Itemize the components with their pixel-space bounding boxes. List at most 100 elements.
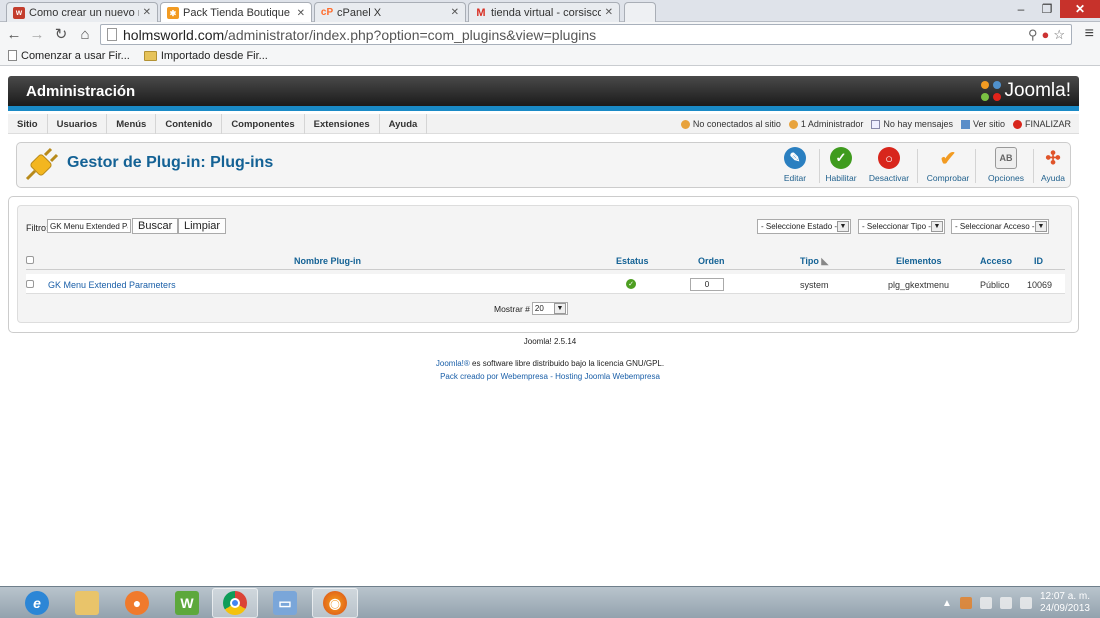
close-icon[interactable]: ✕ xyxy=(451,7,459,18)
minimize-icon[interactable]: – xyxy=(1008,0,1034,18)
clock[interactable]: 12:07 a. m. 24/09/2013 xyxy=(1040,591,1090,615)
menu-componentes[interactable]: Componentes xyxy=(222,114,305,134)
tab-title: cPanel X xyxy=(337,6,382,19)
reload-icon[interactable]: ↻ xyxy=(51,24,71,44)
browser-tab-1[interactable]: w Como crear un nuevo me ✕ xyxy=(6,2,158,22)
menu-ayuda[interactable]: Ayuda xyxy=(380,114,428,134)
select-all-checkbox[interactable] xyxy=(26,256,34,264)
disable-button[interactable]: ○ Desactivar xyxy=(866,147,912,183)
chevron-down-icon: ▼ xyxy=(1035,221,1047,232)
restore-icon[interactable]: ❐ xyxy=(1034,0,1060,18)
volume-icon[interactable] xyxy=(1019,597,1032,609)
ie-taskbar-button[interactable]: e xyxy=(14,588,60,618)
type-select[interactable]: - Seleccionar Tipo - ▼ xyxy=(858,219,945,234)
options-button[interactable]: AB Opciones xyxy=(983,147,1029,183)
folder-icon xyxy=(143,50,157,61)
access-select-value: - Seleccionar Acceso - xyxy=(955,222,1035,231)
menu-extensiones[interactable]: Extensiones xyxy=(305,114,380,134)
extension-icon[interactable]: ● xyxy=(1041,27,1049,43)
plugin-name-link[interactable]: GK Menu Extended Parameters xyxy=(48,280,176,290)
col-order[interactable]: Orden xyxy=(698,256,725,266)
wamp-taskbar-button[interactable]: W xyxy=(164,588,210,618)
browser-tab-bar: w Como crear un nuevo me ✕ ✱ Pack Tienda… xyxy=(0,0,1100,23)
col-name[interactable]: Nombre Plug-in xyxy=(294,256,361,266)
menu-menus[interactable]: Menús xyxy=(107,114,157,134)
row-checkbox[interactable] xyxy=(26,280,34,288)
window-close-icon[interactable]: ✕ xyxy=(1060,0,1100,18)
browser-tab-2[interactable]: ✱ Pack Tienda Boutique - A ✕ xyxy=(160,2,312,23)
signal-icon[interactable] xyxy=(999,597,1012,609)
network-taskbar-button[interactable]: ▭ xyxy=(262,588,308,618)
app-tray-icon[interactable] xyxy=(959,597,972,609)
browser-tab-4[interactable]: M tienda virtual - corsiscom ✕ xyxy=(468,2,620,22)
bookmark-star-icon[interactable]: ☆ xyxy=(1053,27,1065,43)
visitors-text: No conectados al sitio xyxy=(692,119,781,129)
close-icon[interactable]: ✕ xyxy=(143,7,151,18)
checkin-button[interactable]: ✔ Comprobar xyxy=(925,147,971,184)
admins-status: 1 Administrador xyxy=(788,119,863,129)
messages-status[interactable]: No hay mensajes xyxy=(871,119,953,129)
menu-contenido[interactable]: Contenido xyxy=(156,114,223,134)
firefox-taskbar-button[interactable]: ◉ xyxy=(312,588,358,618)
clear-button[interactable]: Limpiar xyxy=(178,218,227,234)
back-arrow-icon[interactable]: ← xyxy=(4,24,24,44)
media-taskbar-button[interactable]: ● xyxy=(114,588,160,618)
logout-link[interactable]: FINALIZAR xyxy=(1012,119,1071,129)
new-tab-button[interactable] xyxy=(624,2,656,22)
messages-text: No hay mensajes xyxy=(883,119,953,129)
hosting-link[interactable]: Hosting Joomla Webempresa xyxy=(555,372,660,381)
col-type-label: Tipo xyxy=(800,256,819,266)
cpanel-favicon-icon: cP xyxy=(320,7,334,18)
joomla-favicon-icon: ✱ xyxy=(167,7,179,19)
chrome-icon xyxy=(223,591,247,615)
col-access[interactable]: Acceso xyxy=(980,256,1012,266)
order-input[interactable] xyxy=(690,278,724,291)
state-select[interactable]: - Seleccione Estado - ▼ xyxy=(757,219,851,234)
battery-icon[interactable] xyxy=(979,597,992,609)
chrome-taskbar-button[interactable] xyxy=(212,588,258,618)
toolbar-divider xyxy=(917,149,918,183)
col-type[interactable]: Tipo ◣ xyxy=(800,256,828,267)
firefox-icon: ◉ xyxy=(323,591,347,615)
power-icon xyxy=(1012,119,1022,129)
status-enabled-icon[interactable]: ✓ xyxy=(626,279,636,289)
help-button[interactable]: ✣ Ayuda xyxy=(1030,147,1076,184)
limit-select[interactable]: 20 ▼ xyxy=(531,302,568,315)
col-id[interactable]: ID xyxy=(1034,256,1043,266)
bookmarks-bar: Comenzar a usar Fir... Importado desde F… xyxy=(0,46,1100,66)
close-icon[interactable]: ✕ xyxy=(605,7,613,18)
search-button[interactable]: Buscar xyxy=(132,218,179,234)
joomla-link[interactable]: Joomla!® xyxy=(436,359,470,368)
explorer-taskbar-button[interactable] xyxy=(64,588,110,618)
bookmark-item[interactable]: Comenzar a usar Fir... xyxy=(8,50,130,62)
filter-input[interactable] xyxy=(47,219,131,233)
forward-arrow-icon[interactable]: → xyxy=(27,24,47,44)
main-content: Filtro: Buscar Limpiar - Seleccione Esta… xyxy=(8,196,1079,333)
browser-nav-bar: ← → ↻ ⌂ holmsworld.com/administrator/ind… xyxy=(0,22,1100,46)
close-icon[interactable]: ✕ xyxy=(297,8,305,19)
access-select[interactable]: - Seleccionar Acceso - ▼ xyxy=(951,219,1049,234)
webempresa-link[interactable]: Webempresa xyxy=(501,372,548,381)
omnibox-icons: ⚲ ● ☆ xyxy=(1028,27,1065,43)
browser-tab-3[interactable]: cP cPanel X ✕ xyxy=(314,2,466,22)
view-site-link[interactable]: Ver sitio xyxy=(960,119,1005,129)
tray-expand-icon[interactable]: ▲ xyxy=(942,598,952,609)
col-elements[interactable]: Elementos xyxy=(896,256,942,266)
hamburger-menu-icon[interactable]: ≡ xyxy=(1085,25,1094,43)
wpcourse-favicon-icon: w xyxy=(13,6,25,19)
magnifier-icon[interactable]: ⚲ xyxy=(1028,27,1038,43)
enable-button[interactable]: ✓ Habilitar xyxy=(818,147,864,183)
bookmark-label: Comenzar a usar Fir... xyxy=(21,49,130,62)
admin-menu-bar: Sitio Usuarios Menús Contenido Component… xyxy=(8,114,1079,134)
menu-items: Sitio Usuarios Menús Contenido Component… xyxy=(8,114,428,134)
home-icon[interactable]: ⌂ xyxy=(75,24,95,44)
joomla-logo[interactable]: Joomla! xyxy=(981,80,1071,102)
folder-icon xyxy=(75,591,99,615)
menu-sitio[interactable]: Sitio xyxy=(8,114,48,134)
checkin-label: Comprobar xyxy=(926,173,970,183)
address-bar[interactable]: holmsworld.com/administrator/index.php?o… xyxy=(100,24,1072,45)
col-status[interactable]: Estatus xyxy=(616,256,649,266)
menu-usuarios[interactable]: Usuarios xyxy=(48,114,108,134)
edit-button[interactable]: ✎ Editar xyxy=(772,147,818,183)
bookmark-item[interactable]: Importado desde Fir... xyxy=(143,50,268,62)
